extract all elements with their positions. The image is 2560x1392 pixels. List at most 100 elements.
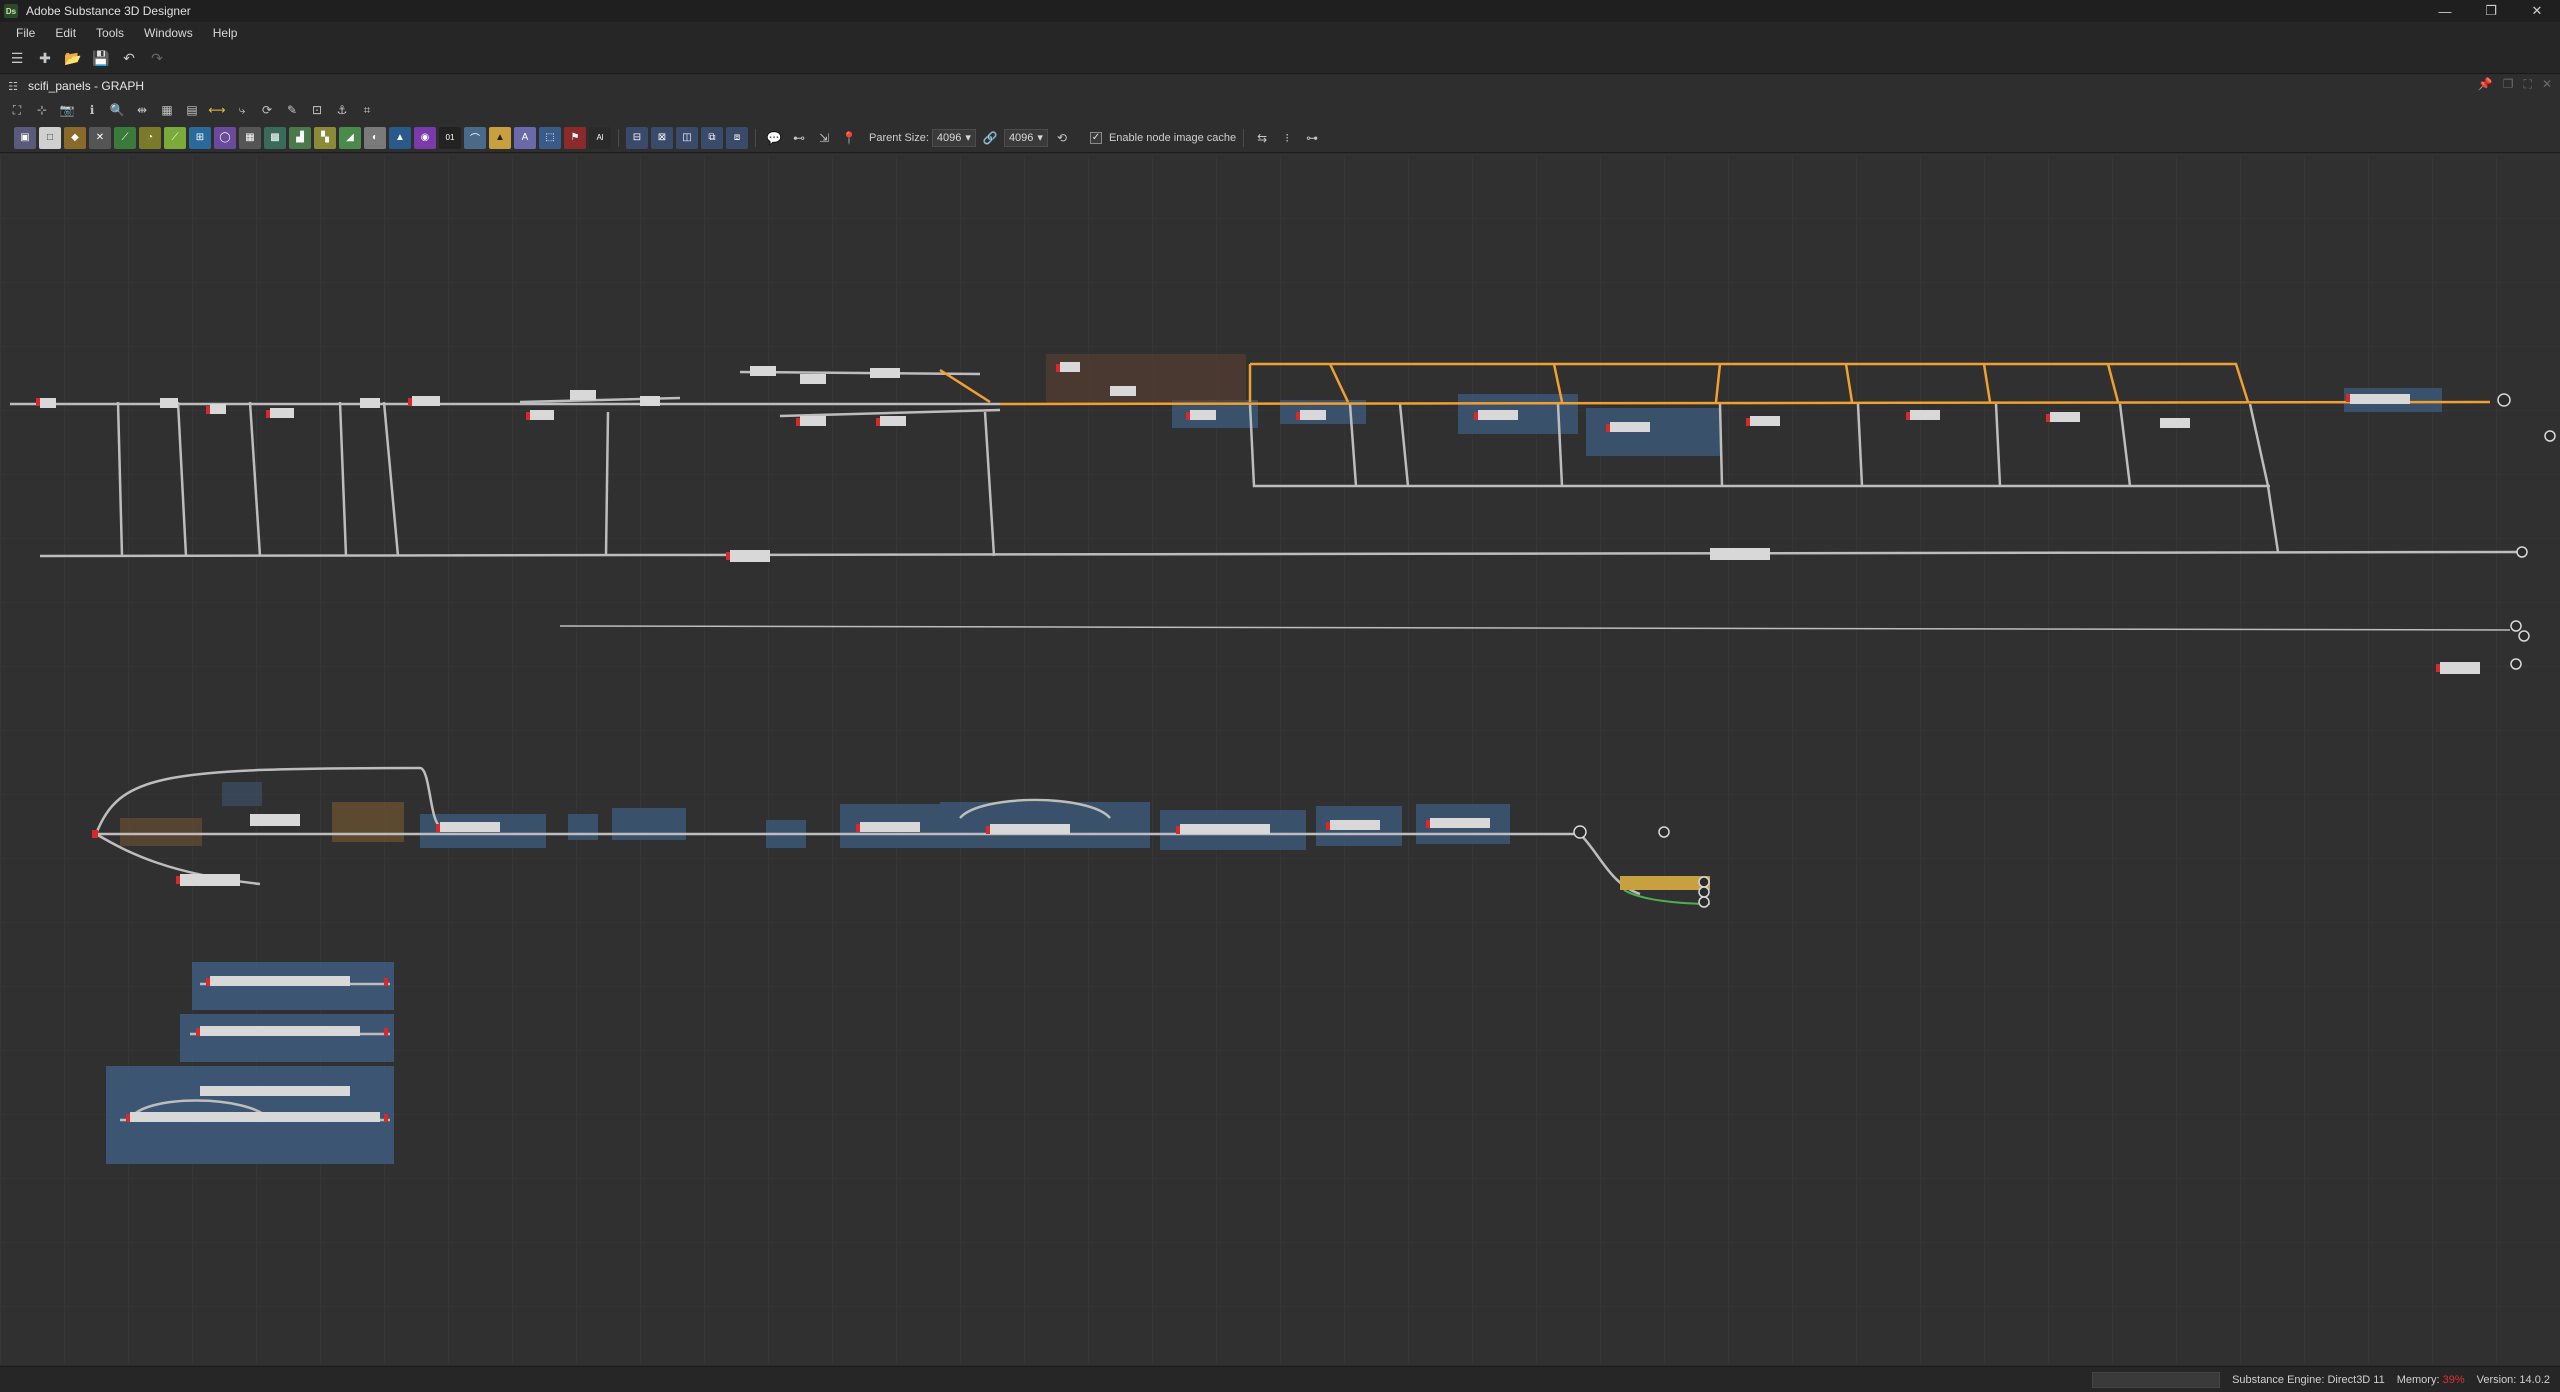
node[interactable] (40, 398, 56, 408)
menu-edit[interactable]: Edit (45, 26, 86, 40)
node[interactable] (160, 398, 178, 408)
node[interactable] (750, 366, 776, 376)
frame[interactable] (1046, 354, 1246, 404)
ao-icon[interactable]: ◐ (364, 126, 386, 149)
output-node[interactable] (1698, 886, 1710, 898)
grid-icon[interactable]: ▤ (181, 99, 203, 121)
menu-windows[interactable]: Windows (134, 26, 203, 40)
save-icon[interactable]: 💾 (90, 48, 112, 70)
transform-icon[interactable]: ✕ (89, 126, 111, 149)
menu-help[interactable]: Help (203, 26, 248, 40)
node[interactable] (1910, 410, 1940, 420)
output-node[interactable] (2544, 430, 2556, 442)
shape-icon[interactable]: ▩ (264, 126, 286, 149)
edge-icon[interactable]: ⌒ (464, 126, 486, 149)
node[interactable] (1620, 876, 1710, 890)
node[interactable] (530, 410, 554, 420)
text-node-icon[interactable]: A (514, 126, 536, 149)
pin-tool-icon[interactable]: 📍 (838, 127, 860, 149)
node[interactable] (210, 976, 350, 986)
frame-node-icon[interactable]: ⬚ (539, 126, 561, 149)
node[interactable] (1060, 362, 1080, 372)
link-size-icon[interactable]: 🔗 (979, 127, 1001, 149)
menu-tools[interactable]: Tools (86, 26, 134, 40)
graph-instance-icon[interactable]: Al (589, 126, 611, 149)
node[interactable] (800, 416, 826, 426)
undo-icon[interactable]: ↶ (118, 48, 140, 70)
node[interactable] (210, 404, 226, 414)
reset-size-icon[interactable]: ⟲ (1051, 127, 1073, 149)
open-folder-icon[interactable]: 📂 (62, 48, 84, 70)
node[interactable] (1190, 410, 1216, 420)
node[interactable] (270, 408, 294, 418)
node[interactable] (440, 822, 500, 832)
screenshot-icon[interactable]: 📷 (56, 99, 78, 121)
output-node[interactable] (1698, 876, 1710, 888)
pin-node-icon[interactable]: ⚑ (564, 126, 586, 149)
color-wheel-icon[interactable]: ◉ (414, 126, 436, 149)
node-graph[interactable] (0, 154, 2560, 1365)
normal-icon[interactable]: ◢ (339, 126, 361, 149)
view-layout-icon[interactable]: ⧈ (726, 126, 748, 149)
node[interactable] (800, 374, 826, 384)
value-node-icon[interactable]: 01 (439, 126, 461, 149)
view-2d-icon[interactable]: ⊟ (626, 126, 648, 149)
toggle-io-icon[interactable]: ⇆ (1251, 127, 1273, 149)
comment-icon[interactable]: 💬 (763, 127, 785, 149)
warp-icon[interactable]: ◯ (214, 126, 236, 149)
bitmap-node-icon[interactable]: ▣ (14, 126, 36, 149)
histogram-icon[interactable]: ▲ (389, 126, 411, 149)
snap-icon[interactable]: ⊡ (306, 99, 328, 121)
node[interactable] (1750, 416, 1780, 426)
connect-icon[interactable]: ⤷ (231, 99, 253, 121)
noise-icon[interactable]: ▚ (314, 126, 336, 149)
node[interactable] (1710, 548, 1770, 560)
restore-button[interactable]: ❐ (2468, 0, 2514, 22)
warning-icon[interactable]: ▲ (489, 126, 511, 149)
info-icon[interactable]: ℹ (81, 99, 103, 121)
node[interactable] (1110, 386, 1136, 396)
tools-icon[interactable]: ✎ (281, 99, 303, 121)
output-node[interactable] (2510, 658, 2522, 670)
hierarchy-icon[interactable]: ⊶ (1301, 127, 1323, 149)
frame-selection-icon[interactable]: ⊹ (31, 99, 53, 121)
node[interactable] (870, 368, 900, 378)
dot-node-icon[interactable]: ⊷ (788, 127, 810, 149)
uniform-color-icon[interactable]: □ (39, 126, 61, 149)
node[interactable] (1610, 422, 1650, 432)
fx-map-icon[interactable]: ◆ (64, 126, 86, 149)
node[interactable] (640, 396, 660, 406)
export-icon[interactable]: ⇲ (813, 127, 835, 149)
node[interactable] (200, 1026, 360, 1036)
minimize-button[interactable]: — (2422, 0, 2468, 22)
tile-icon[interactable]: ⊞ (189, 126, 211, 149)
node[interactable] (180, 874, 240, 886)
view-3d-icon[interactable]: ⊠ (651, 126, 673, 149)
levels-icon[interactable]: ◔ (139, 126, 161, 149)
node[interactable] (2440, 662, 2480, 674)
output-node[interactable] (2518, 630, 2530, 642)
view-split-icon[interactable]: ◫ (676, 126, 698, 149)
node[interactable] (250, 814, 300, 826)
maximize-icon[interactable]: ⛶ (2524, 77, 2532, 92)
node[interactable] (1478, 410, 1518, 420)
gradient-icon[interactable]: ⟋ (164, 126, 186, 149)
anchor-icon[interactable]: ⚓ (331, 99, 353, 121)
close-button[interactable]: ✕ (2514, 0, 2560, 22)
node[interactable] (860, 822, 920, 832)
frame[interactable] (332, 802, 404, 842)
node[interactable] (2350, 394, 2410, 404)
cache-checkbox[interactable]: ✓ (1089, 131, 1102, 144)
frame[interactable] (568, 814, 598, 840)
node[interactable] (360, 398, 380, 408)
panel-close-icon[interactable]: ✕ (2542, 77, 2552, 92)
node[interactable] (1430, 818, 1490, 828)
node[interactable] (2050, 412, 2080, 422)
blend-icon[interactable]: ▟ (289, 126, 311, 149)
output-node[interactable] (2510, 620, 2522, 632)
output-size-select[interactable]: 4096 ▾ (1003, 128, 1048, 147)
node[interactable] (130, 1112, 380, 1122)
node[interactable] (990, 824, 1070, 834)
output-node[interactable] (2516, 546, 2528, 558)
explorer-icon[interactable]: ☰ (6, 48, 28, 70)
